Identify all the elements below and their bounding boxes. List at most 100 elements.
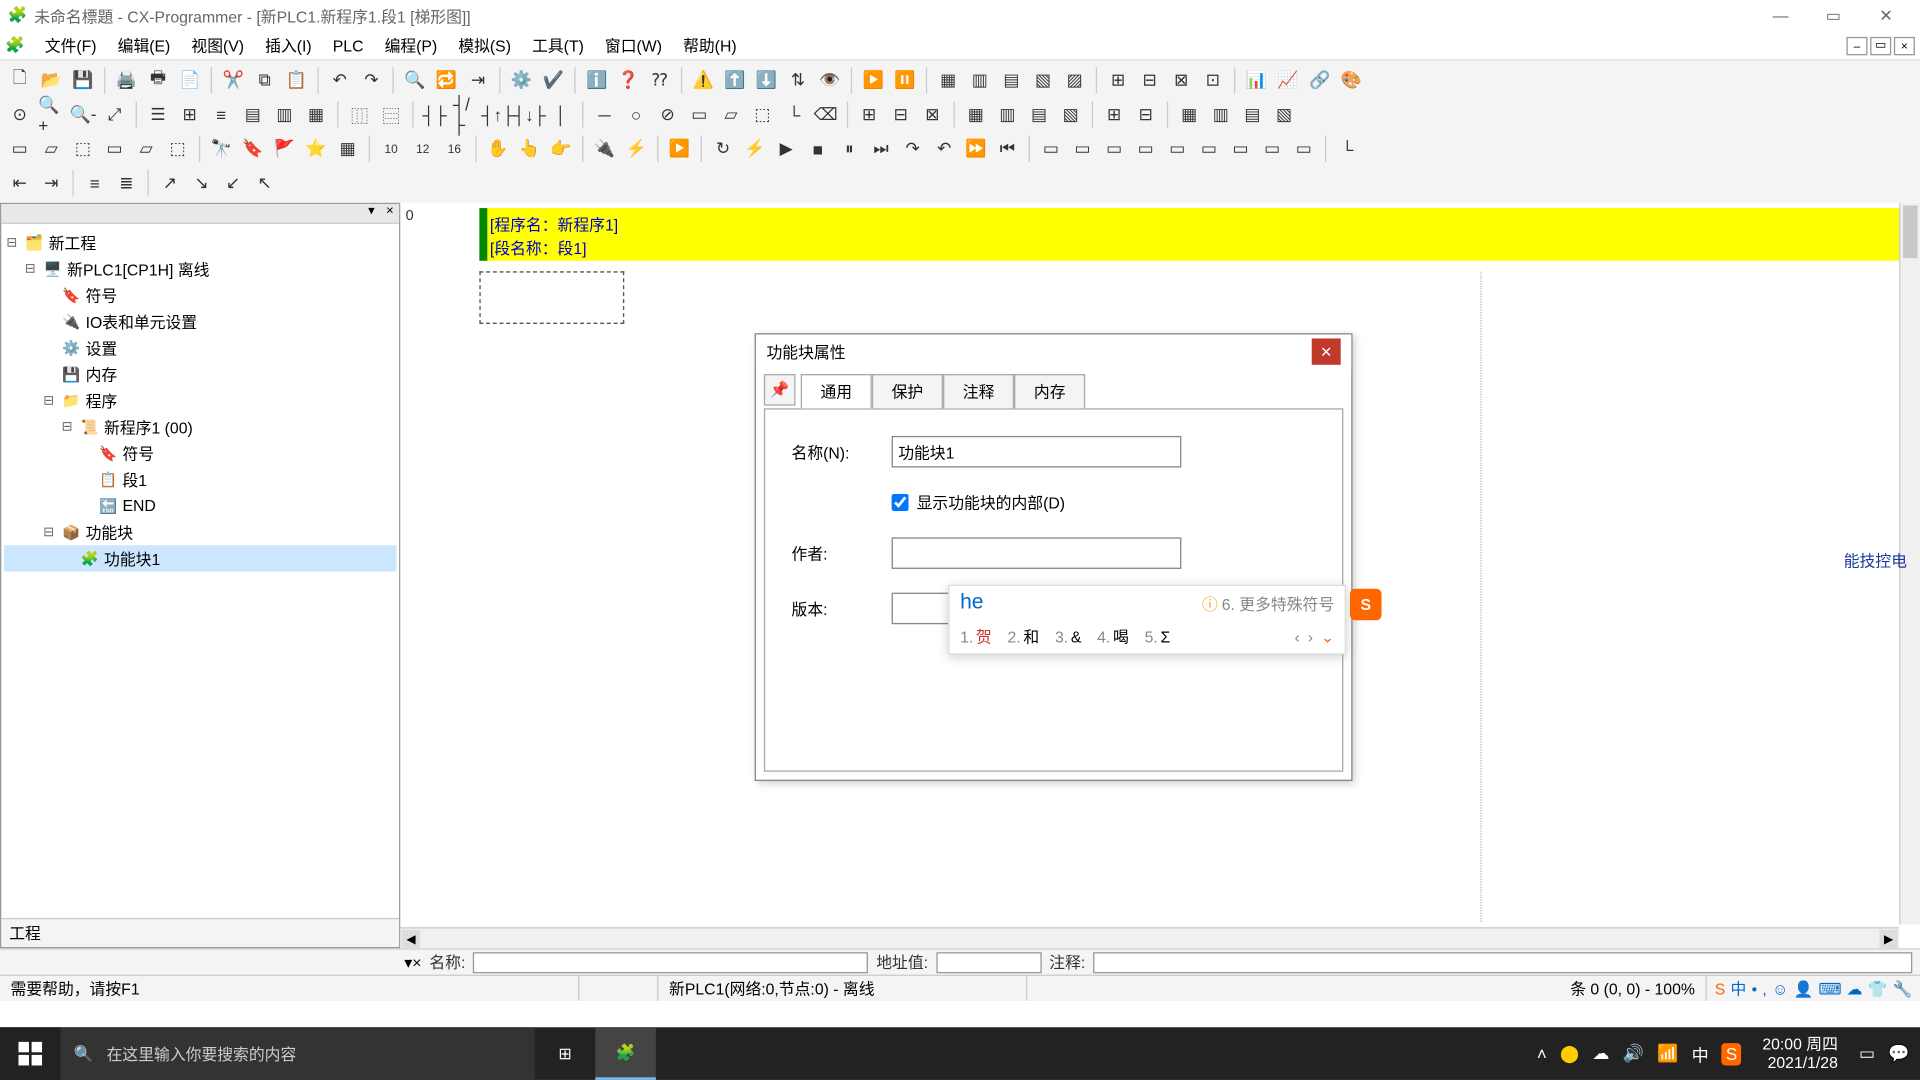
menu-simulate[interactable]: 模拟(S) <box>448 32 522 60</box>
ime-cand-4[interactable]: 4.喝 <box>1097 626 1129 648</box>
help-icon[interactable]: ❓ <box>614 66 643 95</box>
view2-icon[interactable]: ⊞ <box>175 100 204 129</box>
ime-candidate-bar[interactable]: S he ⓘ6. 更多特殊符号 1.贺 2.和 3.& 4.喝 5.Σ ‹ › … <box>948 585 1346 655</box>
tray-smile-icon[interactable]: ☺ <box>1772 979 1788 997</box>
dialog-close-button[interactable]: ✕ <box>1312 338 1341 364</box>
tab-comment[interactable]: 注释 <box>943 374 1014 408</box>
sim-start-icon[interactable]: ▶️ <box>665 134 694 163</box>
bookmark-icon[interactable]: 🔖 <box>238 134 267 163</box>
dbg-stepover-icon[interactable]: ↷ <box>898 134 927 163</box>
ime-expand-icon[interactable]: ⌄ <box>1321 628 1334 646</box>
ime-cand-5[interactable]: 5.Σ <box>1145 628 1171 646</box>
link-icon[interactable]: 🔗 <box>1305 66 1334 95</box>
corner-icon[interactable]: └ <box>780 100 809 129</box>
tray-dot2-icon[interactable]: , <box>1762 979 1766 997</box>
undo-icon[interactable]: ↶ <box>325 66 354 95</box>
sim3-icon[interactable]: ⬚ <box>68 134 97 163</box>
copy-icon[interactable]: ⧉ <box>250 66 279 95</box>
dbg2-icon[interactable]: ⚡ <box>740 134 769 163</box>
sim6-icon[interactable]: ⬚ <box>163 134 192 163</box>
tool-a-icon[interactable]: ▦ <box>934 66 963 95</box>
ladder-tool12-icon[interactable]: ▤ <box>1238 100 1267 129</box>
start-button[interactable] <box>0 1027 61 1080</box>
win2-icon[interactable]: ▭ <box>1068 134 1097 163</box>
text10-icon[interactable]: 10 <box>377 134 406 163</box>
minimize-button[interactable]: — <box>1754 3 1807 29</box>
tray-shirt-icon[interactable]: 👕 <box>1868 979 1888 997</box>
taskbar-search[interactable]: 🔍 在这里输入你要搜索的内容 <box>61 1027 535 1080</box>
tool-e-icon[interactable]: ▨ <box>1060 66 1089 95</box>
scroll-left-icon[interactable]: ◀ <box>402 930 420 948</box>
ladder-tool2-icon[interactable]: ⊟ <box>886 100 915 129</box>
contact-nc-icon[interactable]: ┤/├ <box>452 100 481 129</box>
func3-icon[interactable]: ⬚ <box>748 100 777 129</box>
view3-icon[interactable]: ≡ <box>207 100 236 129</box>
page-icon[interactable]: 📄 <box>175 66 204 95</box>
ladder-tool10-icon[interactable]: ▦ <box>1175 100 1204 129</box>
contact-p-icon[interactable]: ┤↑├ <box>483 100 512 129</box>
menu-help[interactable]: 帮助(H) <box>673 32 748 60</box>
save-icon[interactable]: 💾 <box>68 66 97 95</box>
view7-icon[interactable]: ⿲ <box>345 100 374 129</box>
goto-icon[interactable]: ⇥ <box>464 66 493 95</box>
zoom-fit-icon[interactable]: ⤢ <box>100 100 129 129</box>
dbg1-icon[interactable]: ↻ <box>709 134 738 163</box>
maximize-button[interactable]: ▭ <box>1807 3 1860 29</box>
ladder-tool5-icon[interactable]: ▥ <box>993 100 1022 129</box>
tree-symbols[interactable]: 符号 <box>86 284 118 306</box>
hand-icon[interactable]: ✋ <box>483 134 512 163</box>
mdi-restore[interactable]: ▭ <box>1870 36 1891 54</box>
view8-icon[interactable]: ⿳ <box>377 100 406 129</box>
menu-file[interactable]: 文件(F) <box>34 32 107 60</box>
tool-b-icon[interactable]: ▥ <box>965 66 994 95</box>
align1-icon[interactable]: ≡ <box>80 169 109 198</box>
contact-no-icon[interactable]: ┤├ <box>420 100 449 129</box>
view1-icon[interactable]: ☰ <box>144 100 173 129</box>
menu-edit[interactable]: 编辑(E) <box>107 32 181 60</box>
run-icon[interactable]: ▶️ <box>859 66 888 95</box>
tray-wrench-icon[interactable]: 🔧 <box>1893 979 1913 997</box>
vert-line-icon[interactable]: │ <box>547 100 576 129</box>
delete-line-icon[interactable]: ⌫ <box>811 100 840 129</box>
ladder-tool7-icon[interactable]: ▧ <box>1056 100 1085 129</box>
tray-keyboard-icon[interactable]: ⌨ <box>1818 979 1841 997</box>
arrow3-icon[interactable]: ↙ <box>219 169 248 198</box>
ladder-tool11-icon[interactable]: ▥ <box>1206 100 1235 129</box>
sidebar-pin-icon[interactable]: ▾ <box>362 204 380 222</box>
arrow1-icon[interactable]: ↗ <box>155 169 184 198</box>
info-icon[interactable]: ℹ️ <box>582 66 611 95</box>
ladder-tool6-icon[interactable]: ▤ <box>1025 100 1054 129</box>
tab-memory[interactable]: 内存 <box>1014 374 1085 408</box>
zoom-reset-icon[interactable]: ⊙ <box>5 100 34 129</box>
tree-programs[interactable]: 程序 <box>86 389 118 411</box>
func2-icon[interactable]: ▱ <box>716 100 745 129</box>
monitor-icon[interactable]: 👁️ <box>815 66 844 95</box>
tree-sect1[interactable]: 段1 <box>122 468 147 490</box>
tray-shield-icon[interactable]: ⬤ <box>1560 1043 1579 1064</box>
transfer-to-plc-icon[interactable]: ⬆️ <box>720 66 749 95</box>
paint-icon[interactable]: 🎨 <box>1337 66 1366 95</box>
tab-protect[interactable]: 保护 <box>872 374 943 408</box>
ladder-tool1-icon[interactable]: ⊞ <box>855 100 884 129</box>
sidebar-tab-project[interactable]: 工程 <box>1 918 399 947</box>
tray-figure-icon[interactable]: 👤 <box>1794 979 1814 997</box>
win9-icon[interactable]: ▭ <box>1289 134 1318 163</box>
indent-in-icon[interactable]: ⇥ <box>37 169 66 198</box>
check-icon[interactable]: ✔️ <box>539 66 568 95</box>
hand3-icon[interactable]: 👉 <box>547 134 576 163</box>
redo-icon[interactable]: ↷ <box>357 66 386 95</box>
contact-n-icon[interactable]: ┤↓├ <box>515 100 544 129</box>
menu-window[interactable]: 窗口(W) <box>594 32 672 60</box>
binoculars-icon[interactable]: 🔭 <box>207 134 236 163</box>
dbg-step-icon[interactable]: ⏭ <box>867 134 896 163</box>
project-tree[interactable]: ⊟🗂️新工程 ⊟🖥️新PLC1[CP1H] 离线 🔖符号 🔌IO表和单元设置 ⚙… <box>1 224 399 918</box>
text12-icon[interactable]: 12 <box>408 134 437 163</box>
tray-cloud2-icon[interactable]: ☁ <box>1592 1043 1609 1064</box>
win3-icon[interactable]: ▭ <box>1100 134 1129 163</box>
print-preview-icon[interactable]: 🖨️ <box>112 66 141 95</box>
ime-cand-3[interactable]: 3.& <box>1055 628 1081 646</box>
sim2-icon[interactable]: ▱ <box>37 134 66 163</box>
tree-settings[interactable]: 设置 <box>86 336 118 358</box>
taskbar-app-icon[interactable]: 🧩 <box>595 1027 656 1080</box>
compare-icon[interactable]: ⇅ <box>784 66 813 95</box>
